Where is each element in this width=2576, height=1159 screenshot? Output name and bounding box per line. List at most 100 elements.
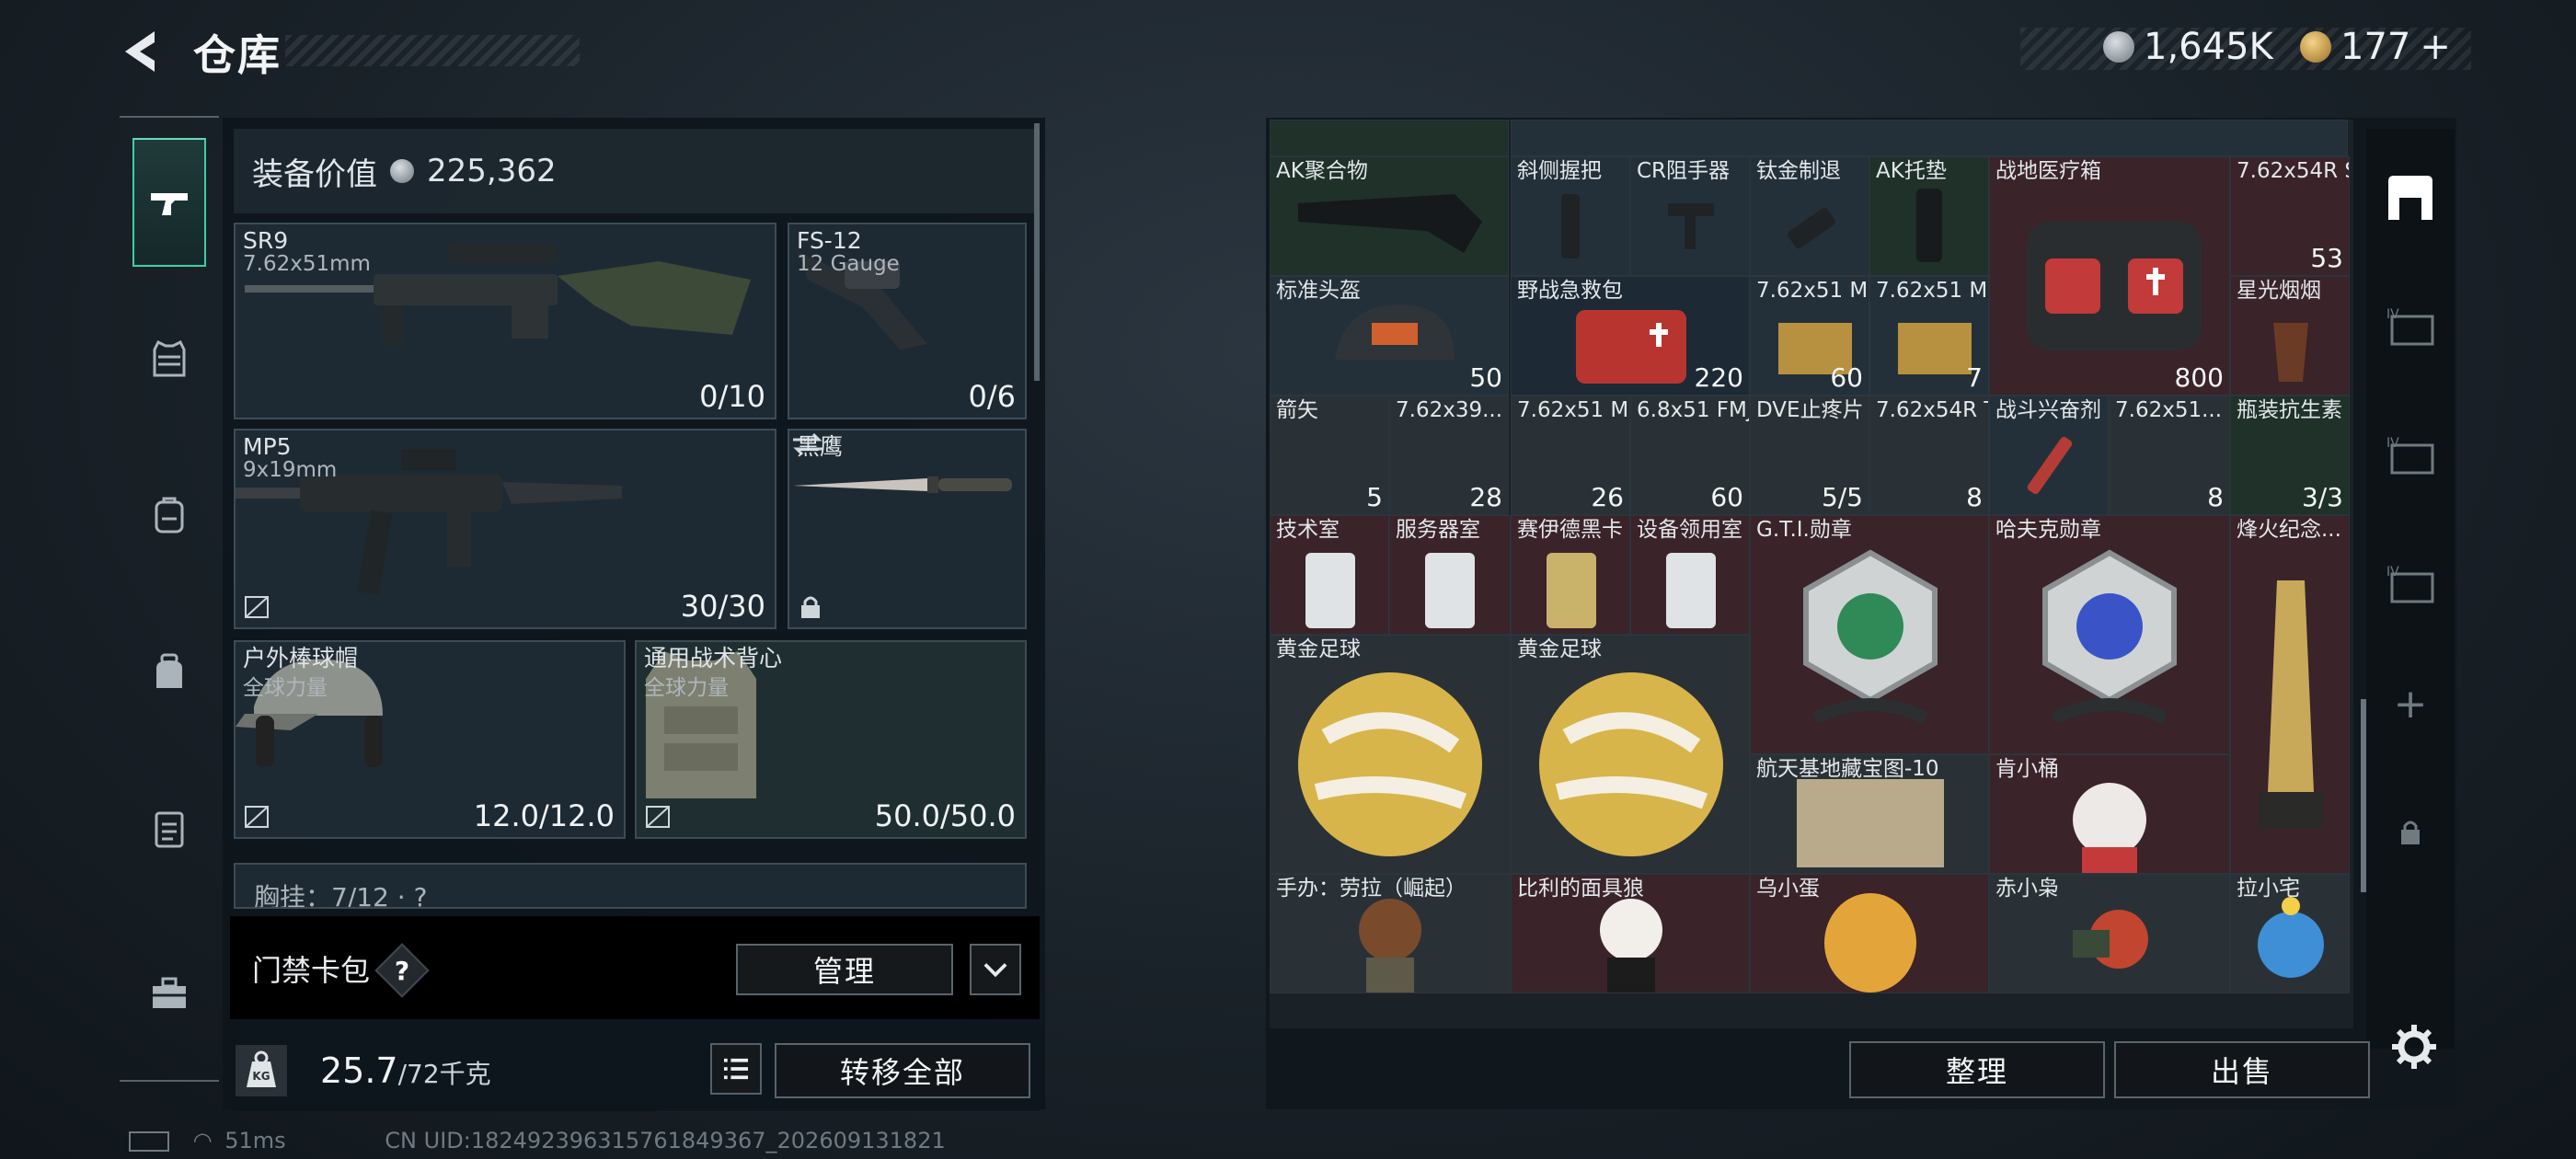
grid-item[interactable]: DVE止疼片 5/5 (1750, 396, 1869, 515)
grid-item[interactable]: 箭矢 5 (1270, 396, 1389, 515)
ammo-count: 0/10 (699, 379, 765, 414)
grid-item[interactable]: 标准头盔 50 (1270, 276, 1509, 396)
grid-item[interactable]: 手办：劳拉（崛起） (1270, 874, 1511, 993)
item-count: 7 (1966, 362, 1983, 393)
grid-item[interactable]: 拉小宅 (2230, 874, 2350, 993)
sort-button[interactable]: 整理 (1849, 1041, 2105, 1098)
grid-item[interactable]: 赛伊德黑卡 (1511, 515, 1630, 635)
item-count: 8 (1966, 482, 1983, 512)
grid-item[interactable]: 7.62x39... AP SUB 28 (1389, 396, 1509, 515)
back-arrow-icon[interactable] (118, 28, 166, 75)
grid-item[interactable]: 7.62x51... UM 8 (2109, 396, 2230, 515)
lock-icon (2401, 820, 2420, 844)
help-icon[interactable]: ? (383, 951, 421, 990)
transfer-all-button[interactable]: 转移全部 (775, 1043, 1030, 1098)
chest-rig-slot[interactable]: 胸挂：7/12 · ? (234, 863, 1027, 909)
grid-item[interactable]: 7.62x54R T46M 8 (1869, 396, 1989, 515)
item-name: 服务器室 (1396, 518, 1480, 542)
grid-item[interactable]: 航天基地藏宝图-10 (1750, 754, 1989, 874)
grid-item[interactable]: 星光烟烟 (2230, 276, 2350, 396)
grid-cell-partial[interactable] (1270, 120, 1509, 156)
gold-currency[interactable]: 177 + (2300, 26, 2451, 68)
grid-item[interactable]: AK聚合物 (1270, 156, 1509, 276)
item-name: 7.62x51 M61 (1876, 279, 1988, 303)
gold-add-button[interactable]: + (2420, 26, 2451, 68)
gti-medal-image (1803, 549, 1938, 725)
warehouse-tab-4b[interactable]: IV (2366, 414, 2455, 497)
item-name: 战斗兴奋剂 (1995, 398, 2101, 422)
grid-item[interactable]: 哈夫克勋章 (1989, 515, 2230, 754)
primary-weapon-slot[interactable]: SR9 7.62x51mm 0/10 (234, 223, 776, 419)
grid-item[interactable]: 服务器室 (1389, 515, 1511, 635)
locked-storage[interactable] (2366, 791, 2455, 874)
title-decoration (285, 35, 580, 66)
grid-item[interactable]: 烽火纪念... (2230, 515, 2350, 874)
weight-kg-icon: KG (236, 1045, 287, 1096)
grid-item[interactable]: 肯小桶 (1989, 754, 2230, 874)
access-card-label: 门禁卡包 (252, 953, 371, 988)
grid-item[interactable]: 瓶装抗生素 3/3 (2230, 396, 2350, 515)
item-count: 8 (2207, 482, 2224, 512)
rail-backpack[interactable] (132, 451, 206, 580)
gear-icon[interactable] (2388, 1021, 2440, 1073)
rail-armor[interactable] (132, 294, 206, 423)
grid-item[interactable]: 黄金足球 (1511, 635, 1750, 874)
manage-button[interactable]: 管理 (736, 944, 953, 995)
armor-slot[interactable]: 通用战术背心 全球力量 50.0/50.0 (635, 640, 1027, 839)
warehouse-tab-4c[interactable]: IV (2366, 543, 2455, 625)
grid-item[interactable]: 野战急救包 220 (1511, 276, 1750, 396)
toolbox-icon (153, 977, 186, 1008)
headgear-slot[interactable]: 户外棒球帽 全球力量 12.0/12.0 (234, 640, 626, 839)
warehouse-tab-4[interactable]: IV (2366, 285, 2455, 368)
grid-item[interactable]: 钛金制退 (1750, 156, 1869, 276)
grid-item[interactable]: AK托垫 (1869, 156, 1989, 276)
grid-item[interactable]: 乌小蛋 (1750, 874, 1989, 993)
grid-item[interactable]: 技术室 (1270, 515, 1389, 635)
sell-button[interactable]: 出售 (2114, 1041, 2370, 1098)
grid-item[interactable]: 7.62x54R SNB 53 (2230, 156, 2350, 276)
item-name: 钛金制退 (1756, 159, 1841, 183)
grid-item[interactable]: 7.62x51 M61 7 (1869, 276, 1989, 396)
slot-name: SR9 (243, 227, 289, 254)
grid-item[interactable]: 6.8x51 FMJ 60 (1630, 396, 1750, 515)
storage-iv-icon: IV (2386, 436, 2434, 475)
item-count: 220 (1694, 362, 1743, 393)
item-name: 箭矢 (1276, 398, 1318, 422)
grid-item[interactable]: 黄金足球 (1270, 635, 1511, 874)
item-count: 60 (1710, 482, 1743, 512)
secondary-weapon-slot[interactable]: FS-12 12 Gauge 0/6 (788, 223, 1027, 419)
item-name: 星光烟烟 (2237, 279, 2321, 303)
rail-clipboard[interactable] (132, 763, 206, 892)
grid-cell-partial[interactable] (1511, 120, 2348, 156)
smg-slot[interactable]: MP5 9x19mm 30/30 (234, 429, 776, 629)
grid-item[interactable]: 7.62x51 M80 26 (1511, 396, 1630, 515)
weight-readout: 25.7/72千克 (320, 1050, 491, 1091)
wifi-icon: ◠ (192, 1128, 213, 1153)
equipment-scrollbar[interactable] (1034, 123, 1040, 381)
slot-caliber: 7.62x51mm (243, 252, 371, 276)
grid-item[interactable]: CR阻手器 (1630, 156, 1750, 276)
svg-text:IV: IV (2386, 307, 2399, 322)
weight-max: /72千克 (397, 1059, 491, 1089)
rail-weapons[interactable] (132, 138, 206, 267)
ammo-count: 0/6 (968, 379, 1017, 414)
grid-item[interactable]: 赤小枭 (1989, 874, 2230, 993)
melee-slot[interactable]: 黑鹰 (788, 429, 1027, 629)
grid-item[interactable]: 战斗兴奋剂 (1989, 396, 2109, 515)
grid-item[interactable]: 7.62x51 M61 60 (1750, 276, 1869, 396)
grid-item[interactable]: 设备领用室 (1630, 515, 1750, 635)
chevron-down-icon[interactable] (970, 944, 1021, 995)
silver-currency[interactable]: 1,645K (2103, 26, 2273, 68)
list-icon[interactable] (710, 1043, 762, 1095)
silver-amount: 1,645K (2144, 26, 2273, 68)
warehouse-tab-main[interactable] (2366, 156, 2455, 239)
grip-image (1561, 194, 1580, 258)
grid-item[interactable]: G.T.I.勋章 (1750, 515, 1989, 754)
rail-bag[interactable] (132, 607, 206, 736)
durability: 50.0/50.0 (874, 798, 1016, 833)
grid-item[interactable]: 比利的面具狼 (1511, 874, 1750, 993)
rail-toolbox[interactable] (132, 929, 206, 1058)
add-storage-button[interactable]: + (2366, 662, 2455, 745)
grid-item[interactable]: 战地医疗箱 800 (1989, 156, 2230, 396)
grid-item[interactable]: 斜侧握把 (1511, 156, 1630, 276)
